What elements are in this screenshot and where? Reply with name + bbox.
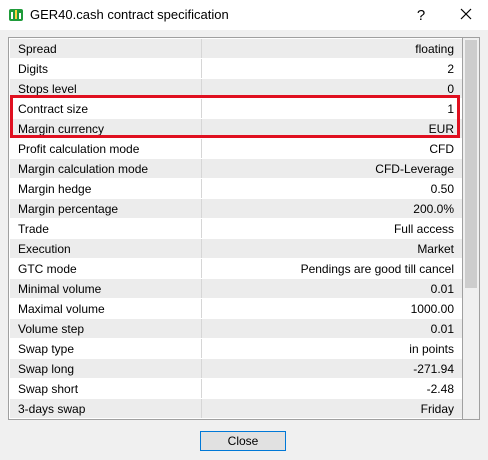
table-row[interactable]: Volume step 0.01	[10, 319, 462, 339]
spec-value: 1	[447, 101, 454, 116]
spec-name: Swap type	[10, 339, 202, 358]
vertical-scrollbar[interactable]	[463, 37, 480, 420]
spec-name: Spread	[10, 39, 202, 58]
spec-value: Full access	[393, 221, 454, 236]
spec-name: 3-days swap	[10, 399, 202, 418]
table-row[interactable]: Profit calculation mode CFD	[10, 139, 462, 159]
spec-name: Minimal volume	[10, 279, 202, 298]
spec-value: 1000.00	[410, 301, 454, 316]
spec-name: Volume step	[10, 319, 202, 338]
table-row[interactable]: Contract size 1	[10, 99, 462, 119]
chart-app-icon	[8, 7, 24, 23]
close-button[interactable]: Close	[200, 431, 286, 451]
spec-name: Digits	[10, 59, 202, 78]
spec-name: GTC mode	[10, 259, 202, 278]
spec-name: Swap short	[10, 379, 202, 398]
spec-value: 0.50	[430, 181, 454, 196]
spec-value: -2.48	[426, 381, 454, 396]
table-row[interactable]: Margin hedge 0.50	[10, 179, 462, 199]
table-row[interactable]: Minimal volume 0.01	[10, 279, 462, 299]
spec-name: Contract size	[10, 99, 202, 118]
table-row[interactable]: Stops level 0	[10, 79, 462, 99]
spec-name: Execution	[10, 239, 202, 258]
table-row[interactable]: Maximal volume 1000.00	[10, 299, 462, 319]
help-button[interactable]: ?	[404, 0, 438, 30]
spec-name: Stops level	[10, 79, 202, 98]
spec-value: Friday	[420, 401, 454, 416]
table-row[interactable]: Spread floating	[10, 39, 462, 59]
spec-value: in points	[409, 341, 454, 356]
title-bar: GER40.cash contract specification ?	[0, 0, 488, 30]
window-title: GER40.cash contract specification	[30, 7, 229, 22]
spec-value: CFD-Leverage	[375, 161, 454, 176]
table-row[interactable]: Margin percentage 200.0%	[10, 199, 462, 219]
table-row[interactable]: 3-days swap Friday	[10, 399, 462, 419]
spec-value: Pendings are good till cancel	[300, 261, 454, 276]
spec-value: CFD	[429, 141, 454, 156]
spec-value: 0.01	[430, 281, 454, 296]
spec-name: Margin hedge	[10, 179, 202, 198]
table-row[interactable]: Swap short -2.48	[10, 379, 462, 399]
spec-name: Swap long	[10, 359, 202, 378]
table-row[interactable]: Digits 2	[10, 59, 462, 79]
table-row[interactable]: Swap type in points	[10, 339, 462, 359]
spec-name: Margin currency	[10, 119, 202, 138]
spec-value: 0.01	[430, 321, 454, 336]
table-row[interactable]: Margin calculation mode CFD-Leverage	[10, 159, 462, 179]
table-row[interactable]: Trade Full access	[10, 219, 462, 239]
table-row[interactable]: Swap long -271.94	[10, 359, 462, 379]
spec-name: Trade	[10, 219, 202, 238]
spec-value: 200.0%	[413, 201, 454, 216]
spec-value: EUR	[428, 121, 454, 136]
close-icon	[460, 8, 472, 23]
table-row[interactable]: Margin currency EUR	[10, 119, 462, 139]
spec-value: Market	[417, 241, 454, 256]
spec-value: 2	[447, 61, 454, 76]
specification-rows: Spread floating Digits 2 Stops level 0 Contrac…	[10, 39, 462, 419]
specification-table: Spread floating Digits 2 Stops level 0 Contrac…	[8, 37, 463, 420]
scrollbar-thumb[interactable]	[465, 40, 477, 288]
spec-name: Margin percentage	[10, 199, 202, 218]
spec-value: floating	[415, 41, 454, 56]
spec-name: Profit calculation mode	[10, 139, 202, 158]
window-close-button[interactable]	[448, 0, 484, 30]
table-row[interactable]: Execution Market	[10, 239, 462, 259]
table-row[interactable]: GTC mode Pendings are good till cancel	[10, 259, 462, 279]
spec-value: -271.94	[413, 361, 454, 376]
spec-name: Margin calculation mode	[10, 159, 202, 178]
spec-value: 0	[447, 81, 454, 96]
spec-name: Maximal volume	[10, 299, 202, 318]
